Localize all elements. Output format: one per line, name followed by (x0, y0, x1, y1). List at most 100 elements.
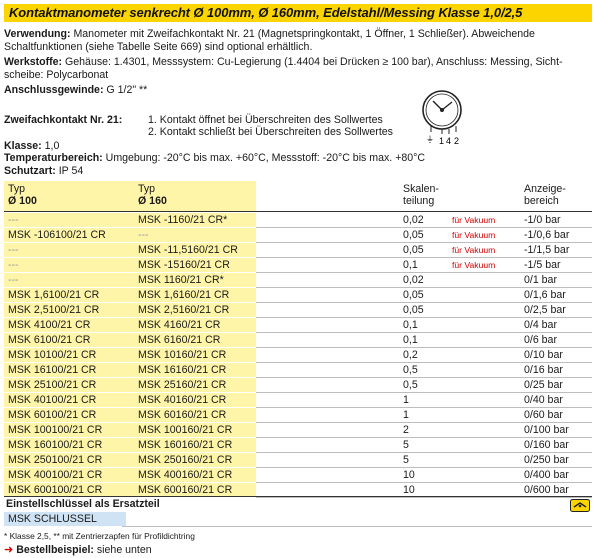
anschluss-line: Anschlussgewinde: G 1/2" ** (4, 84, 147, 96)
cell-typ160: MSK 1,6160/21 CR (130, 288, 256, 303)
cell-range: 0/40 bar (524, 394, 563, 406)
cell-range: 0/16 bar (524, 364, 563, 376)
cell-scale: 0,5 (403, 364, 418, 376)
cell-typ100: MSK 16100/21 CR (4, 363, 130, 378)
cell-typ160: MSK 4160/21 CR (130, 318, 256, 333)
cell-typ100: MSK 1,6100/21 CR (4, 288, 130, 303)
cell-typ160: MSK 100160/21 CR (130, 423, 256, 438)
table-row: MSK 4100/21 CR MSK 4160/21 CR 0,1 0/4 bar (4, 318, 592, 333)
table-row: MSK 16100/21 CR MSK 16160/21 CR 0,5 0/16 ba… (4, 363, 592, 378)
footnote: * Klasse 2,5, ** mit Zentrierzapfen für … (4, 531, 195, 541)
cell-scale: 0,05 (403, 289, 424, 301)
cell-scale: 0,2 (403, 349, 418, 361)
cell-range: 0/25 bar (524, 379, 563, 391)
cell-range: 0/1,6 bar (524, 289, 566, 301)
cell-scale: 0,1 (403, 319, 418, 331)
cell-range: -1/0 bar (524, 214, 561, 226)
cell-range: -1/0,6 bar (524, 229, 570, 241)
cell-typ160: MSK 25160/21 CR (130, 378, 256, 393)
verwendung-line1: Verwendung: Manometer mit Zweifachkontak… (4, 28, 535, 40)
cell-scale: 0,05 (403, 229, 424, 241)
diagram-label-ground: ⏚ (426, 135, 434, 144)
cell-scale: 1 (403, 394, 409, 406)
cell-typ100: MSK 100100/21 CR (4, 423, 130, 438)
cell-typ160: MSK 2,5160/21 CR (130, 303, 256, 318)
cell-scale: 5 (403, 439, 409, 451)
table-row: --- MSK -11,5160/21 CR 0,05 für Vakuum -1/1,… (4, 243, 592, 258)
cell-typ100: MSK 250100/21 CR (4, 453, 130, 468)
zweifach-list: 1. Kontakt öffnet bei Überschreiten des … (148, 114, 393, 138)
cell-typ100: MSK 60100/21 CR (4, 408, 130, 423)
cell-scale: 0,5 (403, 379, 418, 391)
cell-scale: 10 (403, 469, 415, 481)
cell-scale: 1 (403, 409, 409, 421)
cell-scale: 2 (403, 424, 409, 436)
klasse-line: Klasse: 1,0 (4, 140, 59, 152)
table-row: MSK 400100/21 CR MSK 400160/21 CR 10 0/400 … (4, 468, 592, 483)
cell-typ160: MSK -1160/21 CR* (130, 213, 256, 228)
cell-range: 0/4 bar (524, 319, 557, 331)
schutzart-value: IP 54 (55, 165, 84, 177)
table-row: MSK 250100/21 CR MSK 250160/21 CR 5 0/250 b… (4, 453, 592, 468)
title-bar: Kontaktmanometer senkrecht Ø 100mm, Ø 16… (4, 4, 592, 22)
zweifach-label-text: Zweifachkontakt Nr. 21: (4, 114, 123, 126)
gauge-icon: ⏚ 1 4 2 (422, 90, 462, 146)
header-typ100-b: Ø 100 (8, 195, 37, 207)
cell-range: 0/2,5 bar (524, 304, 566, 316)
cell-scale: 0,02 (403, 214, 424, 226)
cell-typ100: MSK 10100/21 CR (4, 348, 130, 363)
table-row: --- MSK -1160/21 CR* 0,02 für Vakuum -1/0 ba… (4, 213, 592, 228)
cell-vakuum-note: für Vakuum (452, 245, 496, 255)
ersatz-title: Einstellschlüssel als Ersatzteil (6, 498, 160, 510)
cell-typ100: MSK 2,5100/21 CR (4, 303, 130, 318)
cell-typ160: MSK 16160/21 CR (130, 363, 256, 378)
contact-diagram: ⏚ 1 4 2 (412, 86, 472, 148)
klasse-value: 1,0 (41, 140, 60, 152)
werkstoffe-text1: Gehäuse: 1.4301, Messsystem: Cu-Legierun… (62, 56, 563, 68)
cell-scale: 0,02 (403, 274, 424, 286)
header-typ160-b: Ø 160 (138, 195, 167, 207)
schutzart-label: Schutzart: (4, 165, 56, 177)
werkstoffe-text2: scheibe: Polycarbonat (4, 69, 109, 81)
cell-typ100: MSK 6100/21 CR (4, 333, 130, 348)
table-row: --- MSK -15160/21 CR 0,1 für Vakuum -1/5 bar (4, 258, 592, 273)
cell-typ100: MSK 40100/21 CR (4, 393, 130, 408)
cell-range: 0/400 bar (524, 469, 569, 481)
cell-typ100: --- (4, 258, 130, 273)
cell-typ160: MSK 6160/21 CR (130, 333, 256, 348)
cell-typ100: MSK 160100/21 CR (4, 438, 130, 453)
cell-range: 0/6 bar (524, 334, 557, 346)
table-row: MSK 2,5100/21 CR MSK 2,5160/21 CR 0,05 0/2,… (4, 303, 592, 318)
key-tool-icon (570, 499, 590, 512)
table-row: MSK 10100/21 CR MSK 10160/21 CR 0,2 0/10 ba… (4, 348, 592, 363)
cell-typ100: MSK 25100/21 CR (4, 378, 130, 393)
cell-typ160: MSK 10160/21 CR (130, 348, 256, 363)
table-header: Typ Ø 100 Typ Ø 160 Skalen- teilung Anze… (4, 181, 592, 211)
cell-typ160: MSK 250160/21 CR (130, 453, 256, 468)
cell-typ100: MSK -106100/21 CR (4, 228, 130, 243)
header-range-a: Anzeige- (524, 183, 566, 195)
table-row: MSK 160100/21 CR MSK 160160/21 CR 5 0/160 b… (4, 438, 592, 453)
header-typ100-a: Typ (8, 183, 26, 195)
cell-scale: 0,05 (403, 304, 424, 316)
verwendung-text1: Manometer mit Zweifachkontakt Nr. 21 (Ma… (70, 28, 535, 40)
cell-typ100: --- (4, 243, 130, 258)
cell-typ160: MSK -11,5160/21 CR (130, 243, 256, 258)
anschluss-label: Anschlussgewinde: (4, 84, 104, 96)
header-scale-a: Skalen- (403, 183, 439, 195)
cell-vakuum-note: für Vakuum (452, 230, 496, 240)
diagram-label-4: 4 (446, 136, 451, 146)
table-row: MSK -106100/21 CR --- 0,05 für Vakuum -1/0,6… (4, 228, 592, 243)
cell-typ100: --- (4, 213, 130, 228)
temperatur-label: Temperaturbereich: (4, 152, 103, 164)
zweifach-item-1: 1. Kontakt öffnet bei Überschreiten des … (148, 114, 383, 126)
header-typ160-a: Typ (138, 183, 156, 195)
header-range-b: bereich (524, 195, 559, 207)
table-row: --- MSK 1160/21 CR* 0,02 0/1 bar (4, 273, 592, 288)
page-title: Kontaktmanometer senkrecht Ø 100mm, Ø 16… (9, 5, 523, 20)
anschluss-value: G 1/2" ** (103, 84, 148, 96)
ersatz-item: MSK SCHLUSSEL (4, 512, 126, 526)
bestellbeispiel[interactable]: ➜ Bestellbeispiel: siehe unten (4, 543, 152, 556)
cell-scale: 0,05 (403, 244, 424, 256)
cell-typ160: MSK 1160/21 CR* (130, 273, 256, 288)
